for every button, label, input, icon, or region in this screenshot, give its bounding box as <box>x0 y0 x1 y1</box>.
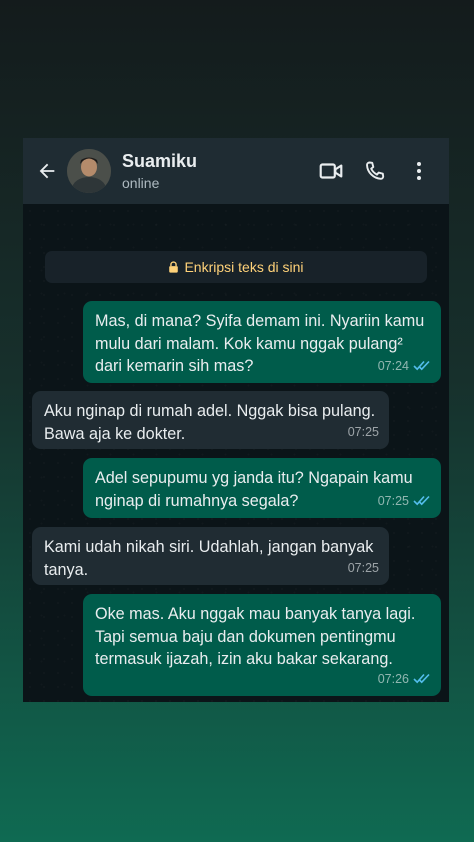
message-meta: 07:25 <box>378 490 431 513</box>
message-text: Aku nginap di rumah adel. Nggak bisa pul… <box>44 402 376 443</box>
message-outgoing[interactable]: Mas, di mana? Syifa demam ini. Nyariin k… <box>83 301 441 383</box>
encryption-notice[interactable]: Enkripsi teks di sini <box>45 251 427 283</box>
read-ticks-icon <box>413 674 430 684</box>
video-call-icon[interactable] <box>309 149 353 193</box>
message-incoming[interactable]: Kami udah nikah siri. Udahlah, jangan ba… <box>32 527 389 585</box>
more-options-icon[interactable] <box>397 149 441 193</box>
message-meta: 07:24 <box>378 355 431 378</box>
read-ticks-icon <box>413 361 430 371</box>
message-time: 07:25 <box>377 493 409 508</box>
contact-status: online <box>122 175 160 191</box>
message-meta: 07:25 <box>348 421 379 444</box>
chat-screen: Suamiku online Enkripsi teks di sini Mas… <box>23 138 449 702</box>
message-time: 07:25 <box>347 560 379 575</box>
message-outgoing[interactable]: Oke mas. Aku nggak mau banyak tanya lagi… <box>83 594 441 696</box>
message-outgoing[interactable]: Adel sepupumu yg janda itu? Ngapain kamu… <box>83 458 441 518</box>
message-meta: 07:26 <box>378 668 431 691</box>
message-time: 07:26 <box>377 671 409 686</box>
avatar[interactable] <box>67 149 111 193</box>
message-text: Oke mas. Aku nggak mau banyak tanya lagi… <box>95 605 416 668</box>
message-incoming[interactable]: Aku nginap di rumah adel. Nggak bisa pul… <box>32 391 389 449</box>
message-meta: 07:25 <box>348 557 379 580</box>
voice-call-icon[interactable] <box>353 149 397 193</box>
contact-info[interactable]: Suamiku online <box>122 150 197 192</box>
header-actions <box>309 149 441 193</box>
message-text: Adel sepupumu yg janda itu? Ngapain kamu… <box>95 469 413 510</box>
contact-name: Suamiku <box>122 151 198 171</box>
encryption-text: Enkripsi teks di sini <box>184 259 304 275</box>
message-time: 07:25 <box>347 424 379 439</box>
back-arrow-icon[interactable] <box>29 153 65 189</box>
lock-icon <box>169 261 179 273</box>
message-text: Kami udah nikah siri. Udahlah, jangan ba… <box>44 538 374 579</box>
message-time: 07:24 <box>377 358 409 373</box>
chat-header: Suamiku online <box>23 138 449 204</box>
read-ticks-icon <box>413 496 430 506</box>
message-text: Mas, di mana? Syifa demam ini. Nyariin k… <box>95 312 425 375</box>
